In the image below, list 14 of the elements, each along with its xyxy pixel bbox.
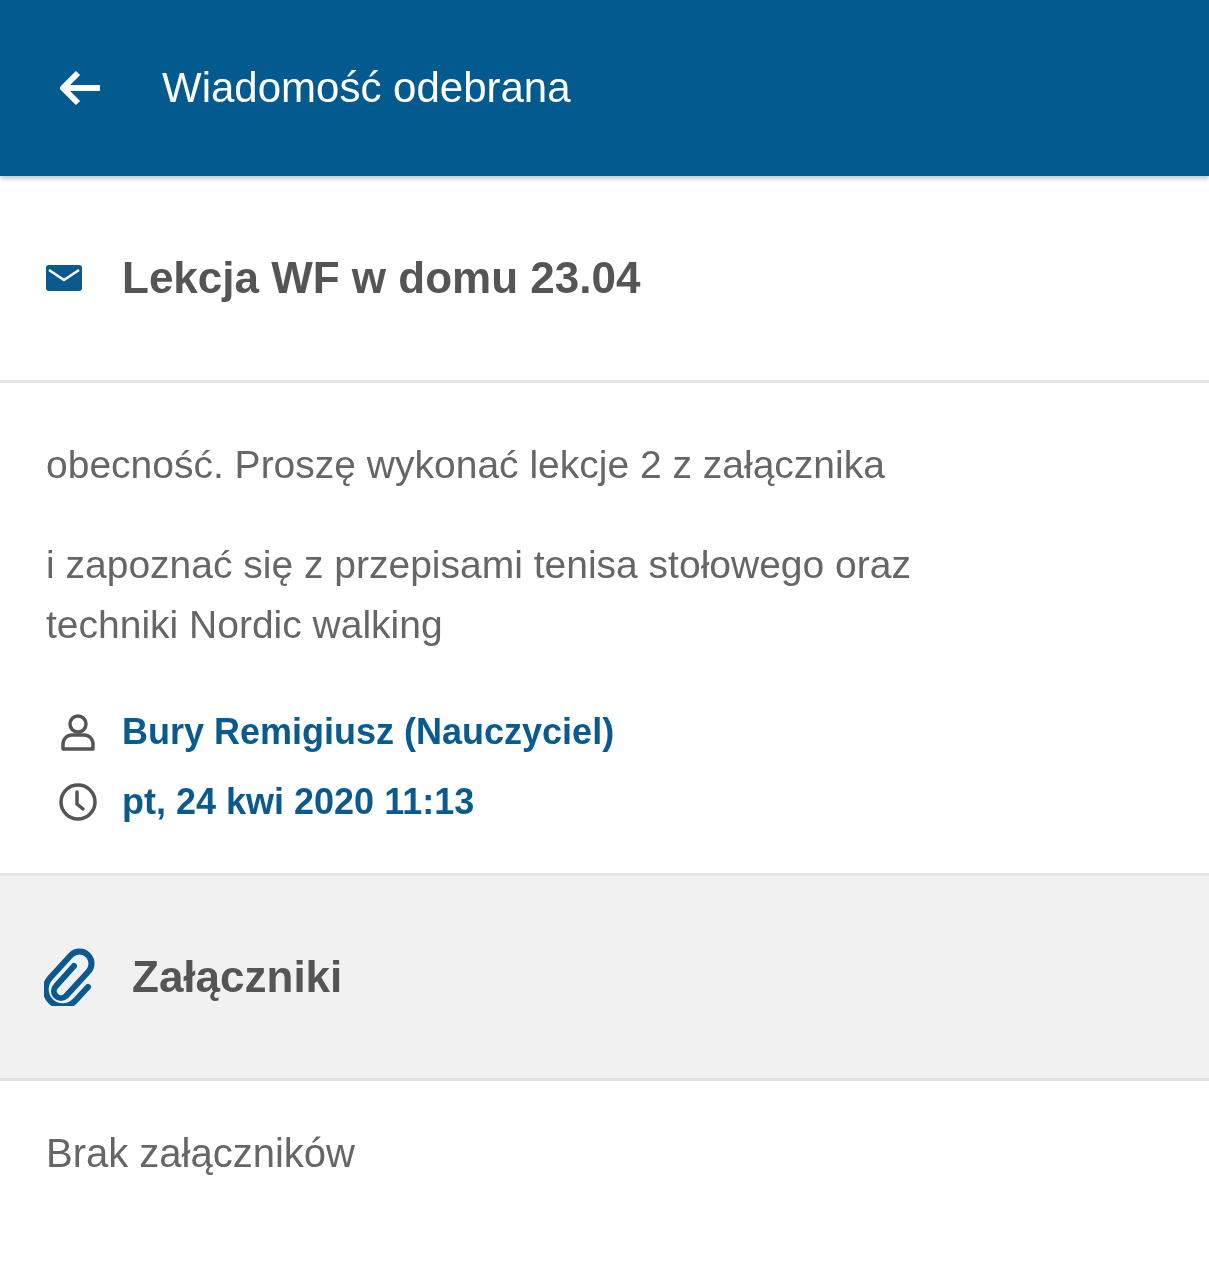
back-button[interactable] xyxy=(58,69,102,107)
message-subject: Lekcja WF w domu 23.04 xyxy=(122,253,641,303)
message-text: obecność. Proszę wykonać lekcje 2 z załącznika xyxy=(46,442,886,488)
person-icon xyxy=(58,712,98,752)
clock-icon xyxy=(58,782,98,822)
message-text: i zapoznać się z przepisami tenisa stołowego oraz techniki Nordic walking xyxy=(46,542,912,648)
back-arrow-icon xyxy=(58,69,102,107)
message-date: pt, 24 kwi 2020 11:13 xyxy=(122,781,475,823)
envelope-icon xyxy=(46,265,82,291)
screen-title: Wiadomość odebrana xyxy=(162,64,571,112)
sender-name: Bury Remigiusz (Nauczyciel) xyxy=(122,711,615,753)
attachments-title: Załączniki xyxy=(132,952,343,1002)
paperclip-icon xyxy=(44,948,96,1006)
empty-attachments-text: Brak załączników xyxy=(46,1131,355,1175)
